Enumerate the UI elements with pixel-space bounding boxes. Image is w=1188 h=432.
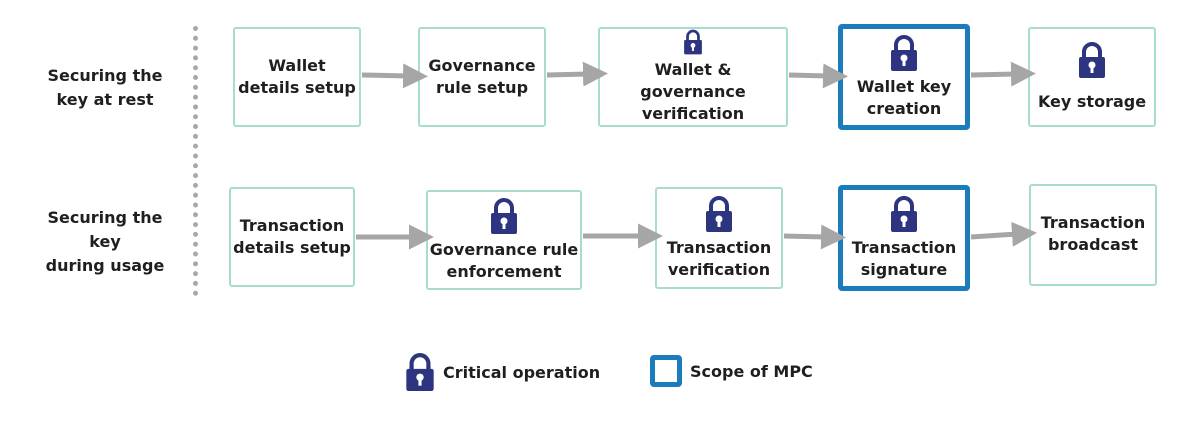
legend-critical-label: Critical operation: [443, 362, 601, 382]
legend-scope-of-mpc: Scope of MPC: [650, 355, 813, 387]
arrow-4-5: [970, 61, 1036, 87]
arrow-8-9: [783, 224, 846, 250]
arrow-1-2: [361, 63, 428, 89]
arrow-2-3: [546, 61, 608, 87]
lock-icon: [406, 353, 434, 391]
legend-critical-operation: Critical operation: [405, 352, 600, 392]
legend-mpc-label: Scope of MPC: [690, 361, 813, 381]
arrow-3-4: [788, 63, 848, 89]
arrow-9-10: [970, 221, 1037, 247]
mpc-scope-square-icon: [650, 355, 682, 387]
